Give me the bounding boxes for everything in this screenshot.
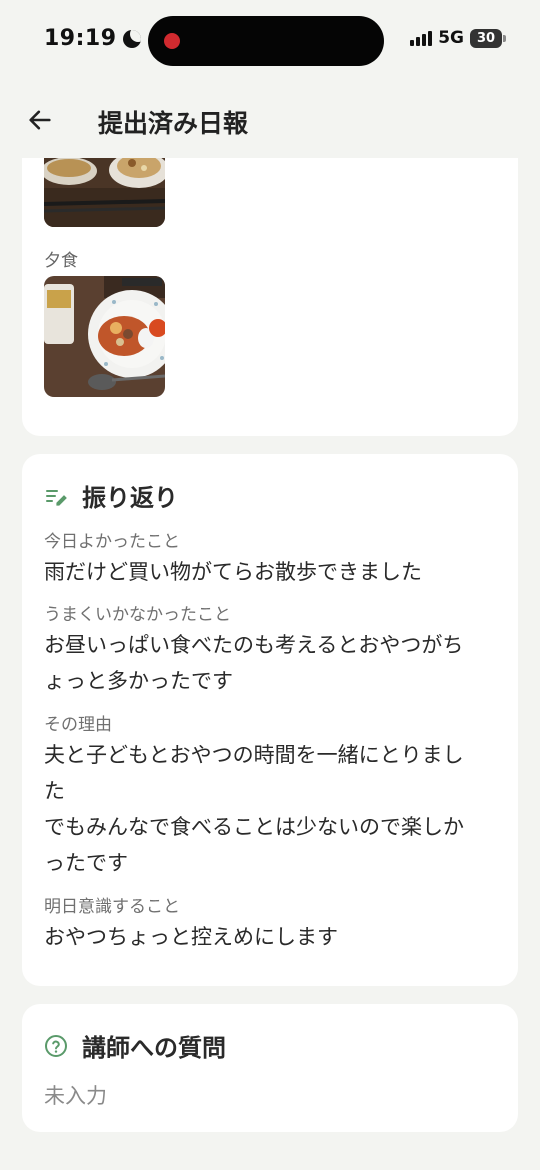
bad-label: うまくいかなかったこと [44, 605, 231, 625]
notes-edit-icon [46, 489, 67, 506]
status-time: 19:19 [44, 26, 141, 51]
tomorrow-value: おやつちょっと控えめにします [44, 925, 338, 949]
status-indicators: 5G 30 [410, 28, 506, 48]
bad-value-line2: ょっと多かったです [44, 669, 233, 693]
reflection-card: 振り返り 今日よかったこと 雨だけど買い物がてらお散歩できました うまくいかなか… [22, 454, 518, 986]
back-button[interactable] [20, 100, 60, 140]
recording-indicator-icon [164, 33, 180, 49]
good-label: 今日よかったこと [44, 532, 180, 552]
network-type: 5G [438, 28, 464, 48]
dinner-label: 夕食 [44, 251, 78, 271]
question-title: 講師への質問 [82, 1034, 226, 1062]
report-content[interactable]: 夕食 振り返り 今日よかったこと 雨だけど買い物がてらお散歩できました うまくい… [0, 158, 540, 1170]
battery-level: 30 [476, 30, 496, 46]
status-time-text: 19:19 [44, 26, 117, 51]
lunch-photo-image [44, 158, 165, 227]
arrow-left-icon [29, 110, 51, 130]
reason-line2: た [44, 779, 65, 803]
reason-label: その理由 [44, 715, 112, 735]
dinner-photo[interactable] [44, 276, 165, 397]
reason-line4: ったです [44, 851, 128, 875]
question-circle-icon [45, 1034, 67, 1057]
moon-icon [122, 29, 141, 48]
app-bar: 提出済み日報 [0, 82, 540, 158]
reason-line1: 夫と子どもとおやつの時間を一緒にとりまし [44, 743, 464, 767]
reason-line3: でもみんなで食べることは少ないので楽しか [44, 815, 464, 839]
reflection-header: 振り返り [44, 478, 178, 513]
dinner-photo-image [44, 276, 165, 397]
question-card: 講師への質問 未入力 [22, 1004, 518, 1132]
signal-icon [410, 30, 433, 46]
question-value: 未入力 [44, 1084, 107, 1108]
bad-value-line1: お昼いっぱい食べたのも考えるとおやつがち [44, 633, 464, 657]
lunch-photo[interactable] [44, 158, 165, 227]
dynamic-island [148, 16, 384, 66]
reflection-title: 振り返り [82, 484, 178, 512]
question-header: 講師への質問 [44, 1028, 226, 1063]
status-bar: 19:19 5G 30 [0, 0, 540, 82]
battery-icon: 30 [470, 28, 506, 48]
meals-card: 夕食 [22, 158, 518, 436]
page-title: 提出済み日報 [98, 109, 249, 138]
tomorrow-label: 明日意識すること [44, 897, 180, 917]
good-value: 雨だけど買い物がてらお散歩できました [44, 560, 422, 584]
